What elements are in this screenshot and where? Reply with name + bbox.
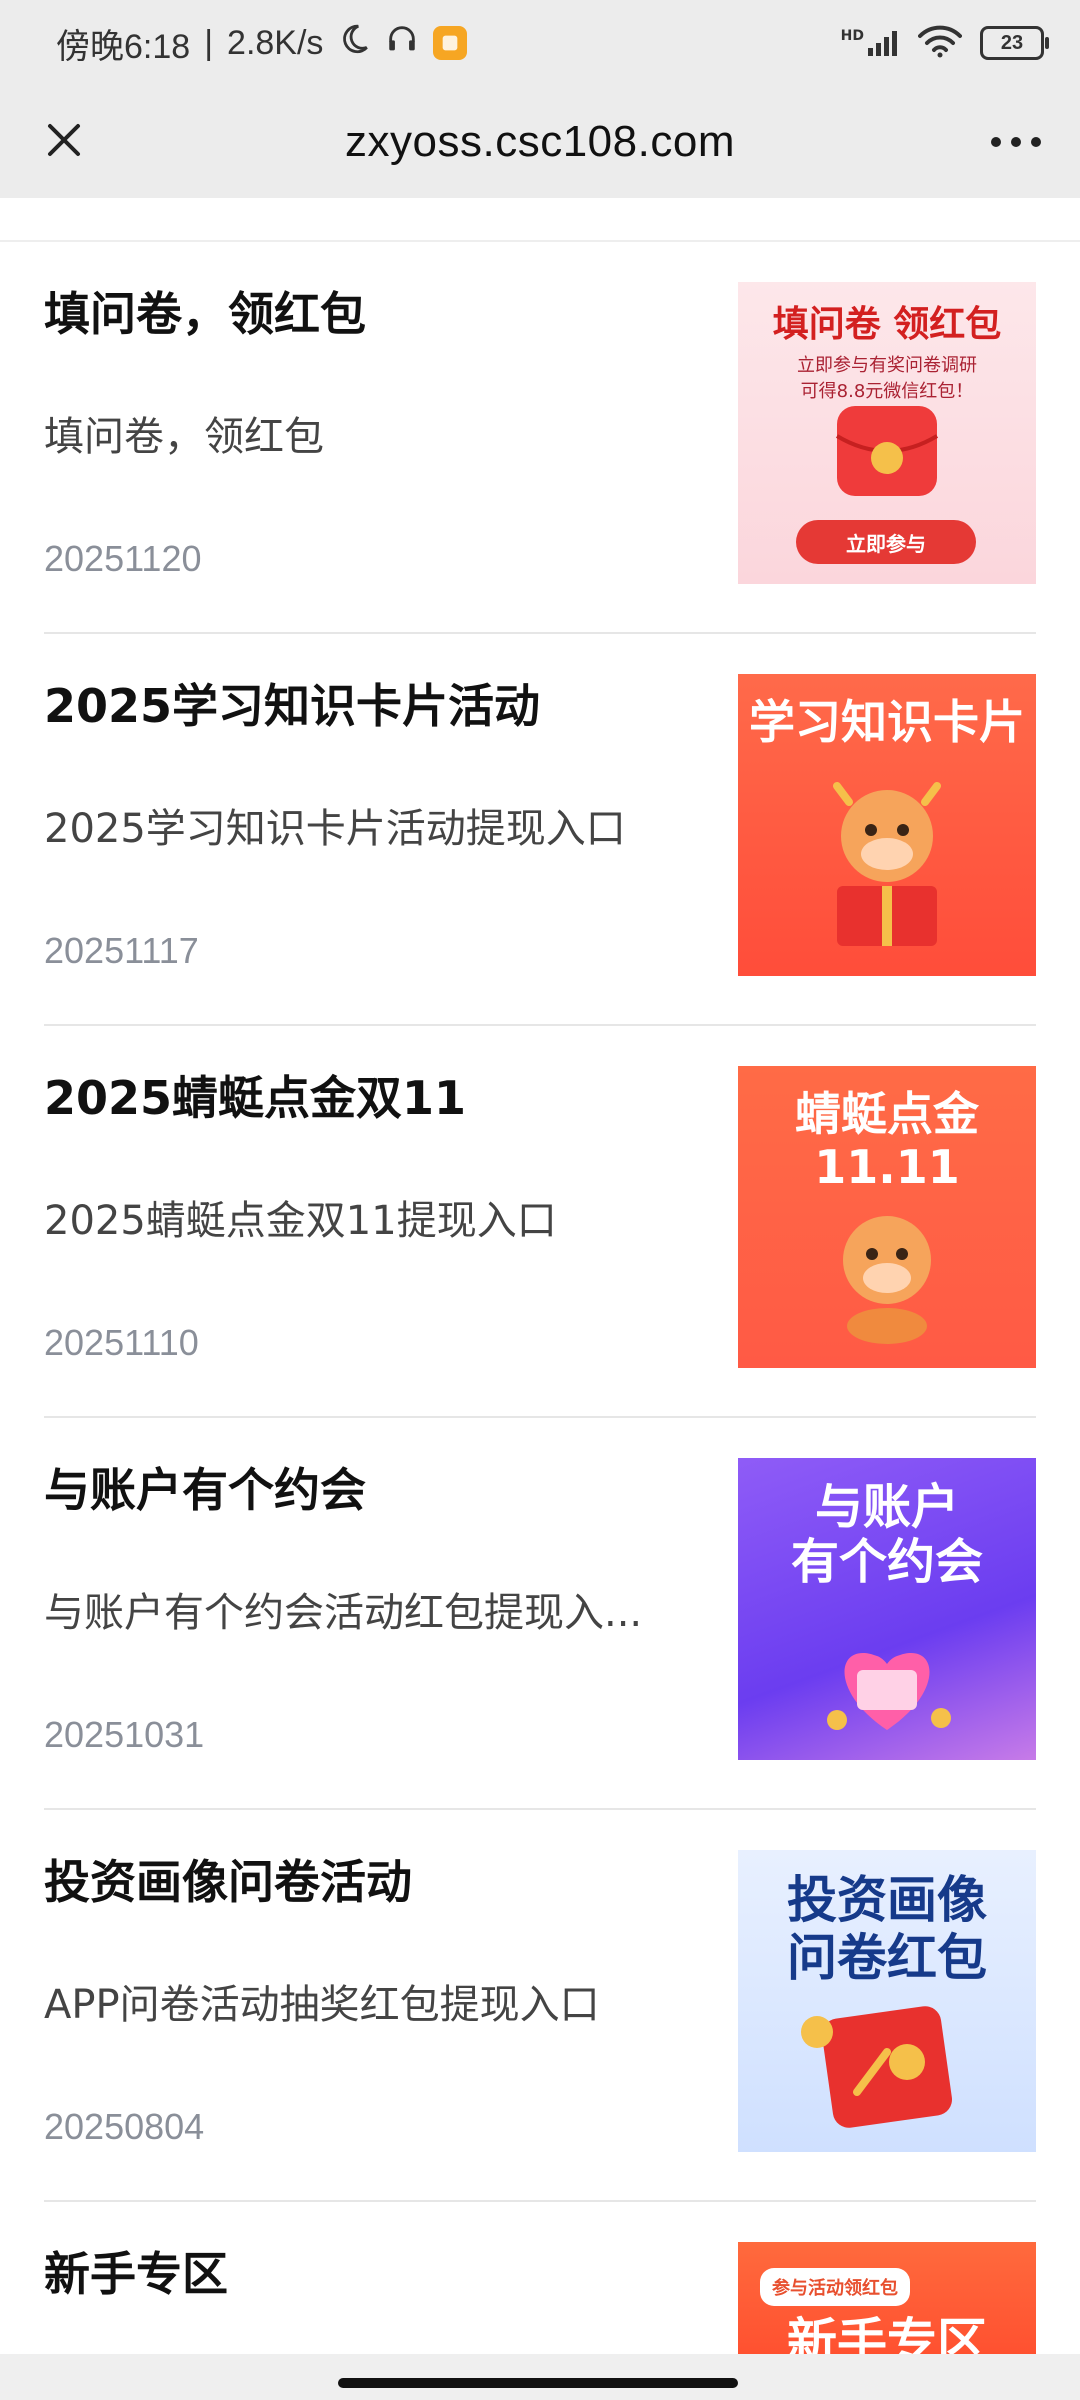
page-title: zxyoss.csc108.com: [345, 117, 735, 166]
navigation-bar: [0, 2354, 1080, 2400]
item-title: 2025学习知识卡片活动: [44, 679, 541, 733]
item-thumbnail[interactable]: 学习知识卡片: [738, 674, 1036, 976]
list-item[interactable]: 2025蜻蜓点金双11 2025蜻蜓点金双11提现入口 20251110 蜻蜓点…: [44, 1026, 1036, 1418]
join-now-button: 立即参与: [796, 520, 976, 564]
list-item[interactable]: 与账户有个约会 与账户有个约会活动红包提现入... 20251031 与账户 有…: [44, 1418, 1036, 1810]
item-date: 20251120: [44, 538, 202, 579]
battery-icon: 23: [980, 26, 1049, 60]
item-thumbnail[interactable]: 与账户 有个约会: [738, 1458, 1036, 1760]
list-item[interactable]: 新手专区 参与活动领红包 新手专区: [44, 2202, 1036, 2372]
item-title: 新手专区: [44, 2247, 228, 2301]
calf-mascot-icon: [833, 782, 941, 946]
article-list: 填问卷，领红包 填问卷，领红包 20251120 填问卷 领红包 立即参与有奖问…: [0, 242, 1080, 2372]
close-icon: [44, 120, 84, 164]
item-title: 填问卷，领红包: [44, 287, 366, 341]
item-title: 2025蜻蜓点金双11: [44, 1071, 467, 1125]
calf-mascot-icon: [843, 1216, 931, 1344]
status-right: HD 23: [841, 18, 1049, 68]
item-thumbnail[interactable]: 蜻蜓点金 11.11: [738, 1066, 1036, 1368]
signal-icon: HD: [841, 28, 900, 58]
network-type: HD: [840, 28, 864, 44]
red-envelope-icon: [835, 406, 939, 496]
item-date: 20251117: [44, 930, 199, 971]
status-time: 傍晚6:18: [56, 27, 191, 66]
thumbnail-caption: 学习知识卡片: [749, 695, 1025, 749]
item-thumbnail[interactable]: 参与活动领红包 新手专区: [738, 2242, 1036, 2372]
status-left: 傍晚6:18 | 2.8K/s: [56, 18, 468, 68]
app-notification-icon: [433, 26, 468, 60]
battery-level: 23: [1000, 31, 1024, 54]
item-description: APP问卷活动抽奖红包提现入口: [44, 1982, 600, 2028]
item-date: 20251110: [44, 1322, 199, 1363]
red-envelope-icon: [801, 2006, 952, 2128]
nav-bar: zxyoss.csc108.com: [0, 86, 1080, 198]
item-description: 与账户有个约会活动红包提现入...: [44, 1590, 643, 1636]
thumbnail-caption: 填问卷 领红包: [772, 304, 1002, 345]
list-item[interactable]: 投资画像问卷活动 APP问卷活动抽奖红包提现入口 20250804 投资画像 问…: [44, 1810, 1036, 2202]
headset-icon: [385, 22, 419, 65]
heart-gift-icon: [827, 1652, 951, 1730]
home-indicator[interactable]: [338, 2378, 738, 2388]
close-button[interactable]: [28, 106, 100, 178]
status-speed: 2.8K/s: [227, 23, 324, 62]
thumbnail-caption: 蜻蜓点金 11.11: [795, 1087, 979, 1194]
moon-icon: [337, 22, 371, 65]
status-separator: |: [204, 23, 214, 62]
list-item[interactable]: 填问卷，领红包 填问卷，领红包 20251120 填问卷 领红包 立即参与有奖问…: [44, 242, 1036, 634]
item-description: 填问卷，领红包: [44, 414, 324, 460]
item-thumbnail[interactable]: 投资画像 问卷红包: [738, 1850, 1036, 2152]
item-title: 投资画像问卷活动: [44, 1855, 412, 1909]
thumbnail-caption: 投资画像 问卷红包: [787, 1871, 987, 1987]
more-button[interactable]: [980, 106, 1052, 178]
item-title: 与账户有个约会: [44, 1463, 366, 1517]
item-date: 20251031: [44, 1714, 205, 1755]
wifi-icon: [918, 24, 962, 62]
status-bar: 傍晚6:18 | 2.8K/s HD 23: [0, 0, 1080, 86]
more-icon: [990, 133, 1042, 152]
thumbnail-badge: 参与活动领红包: [760, 2268, 910, 2306]
item-description: 2025学习知识卡片活动提现入口: [44, 806, 626, 852]
list-item[interactable]: 2025学习知识卡片活动 2025学习知识卡片活动提现入口 20251117 学…: [44, 634, 1036, 1026]
item-description: 2025蜻蜓点金双11提现入口: [44, 1198, 557, 1244]
item-thumbnail[interactable]: 填问卷 领红包 立即参与有奖问卷调研 可得8.8元微信红包！ 立即参与: [738, 282, 1036, 584]
item-date: 20250804: [44, 2106, 205, 2147]
thumbnail-caption: 与账户 有个约会: [790, 1479, 983, 1591]
